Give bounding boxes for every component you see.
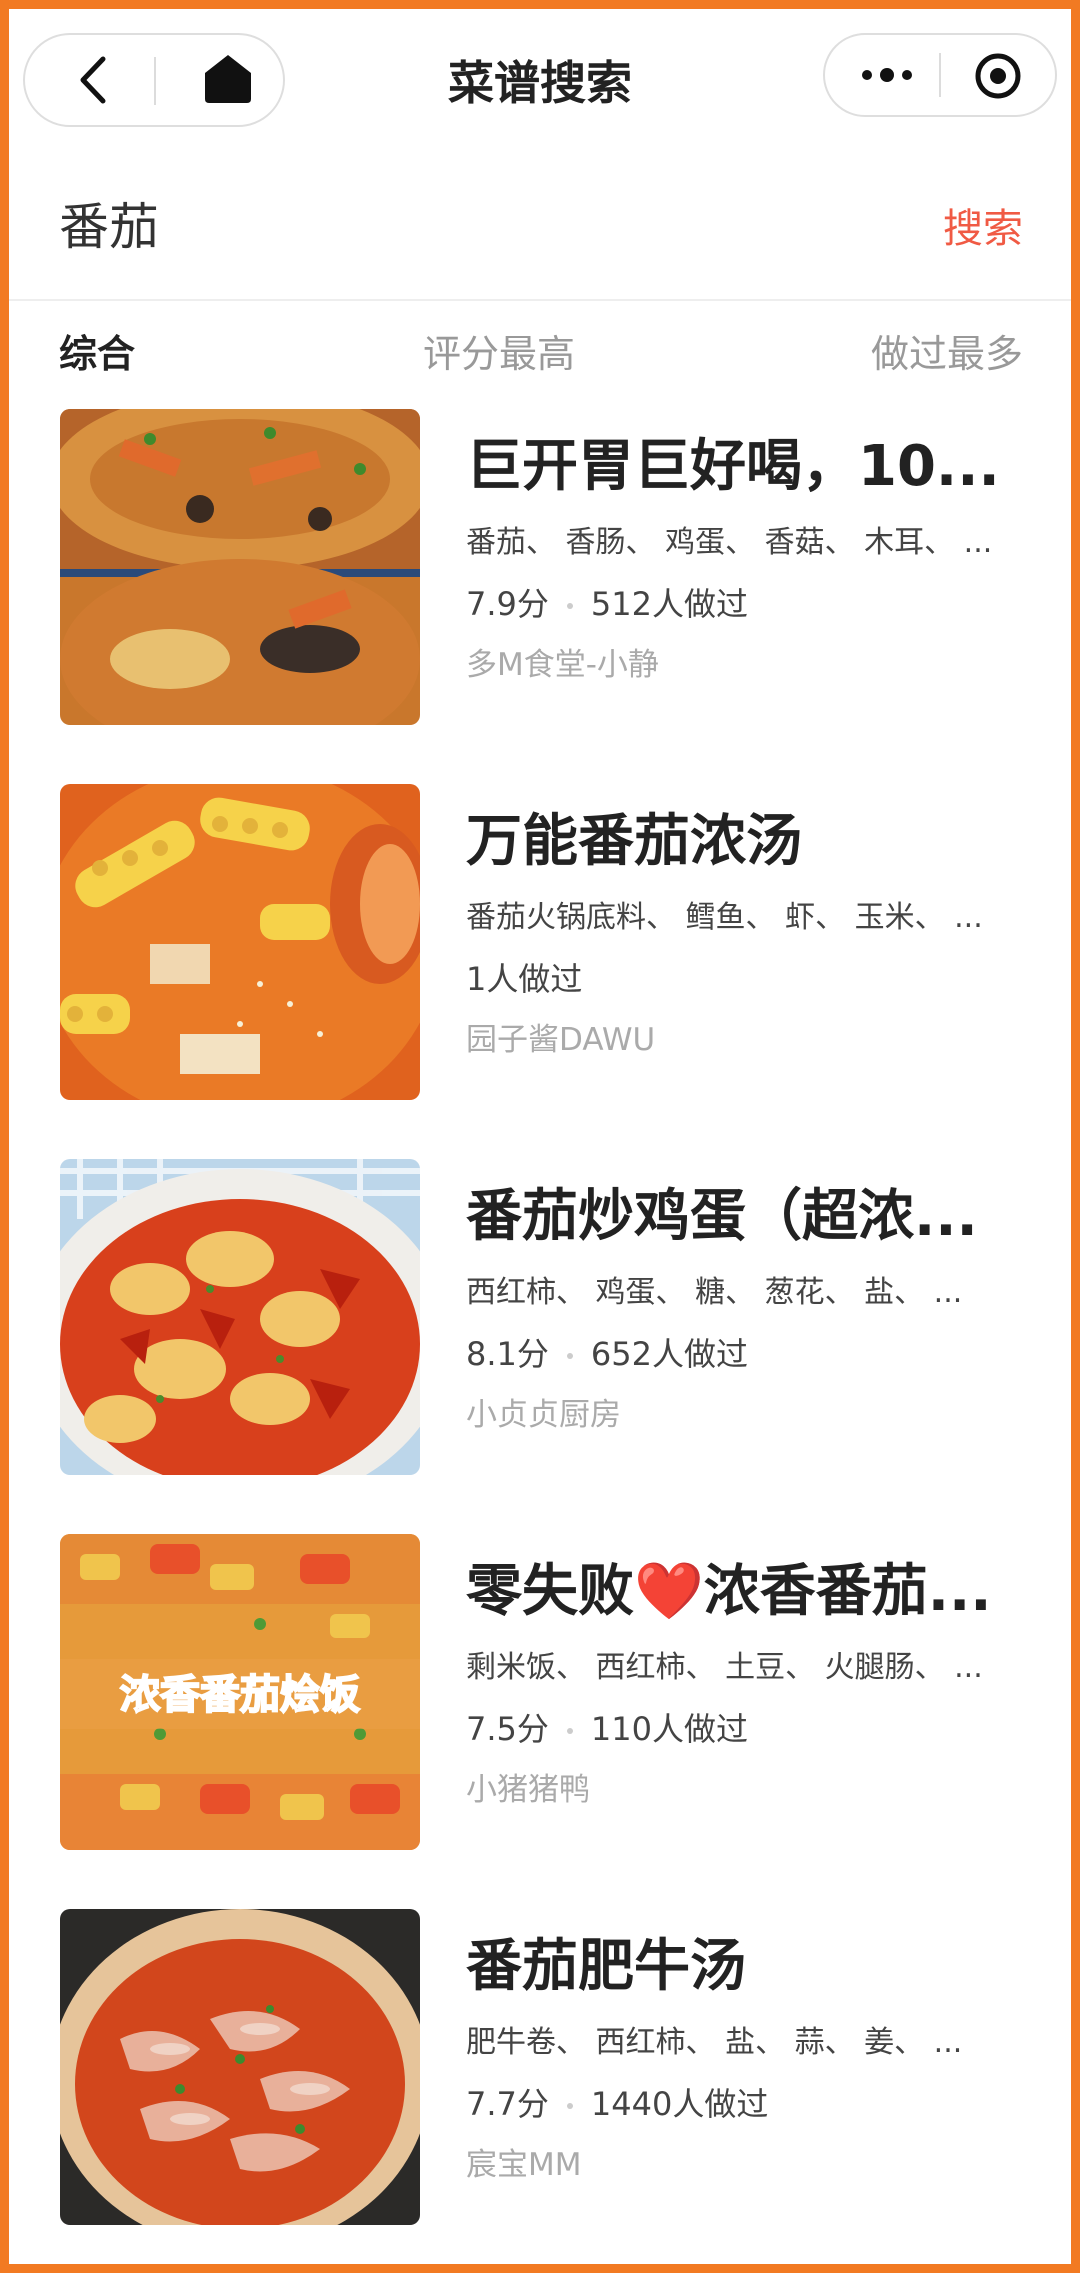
recipe-title: 万能番茄浓汤 <box>466 809 802 874</box>
close-miniprogram-icon[interactable] <box>973 51 1023 101</box>
recipe-rating: 7.9分 <box>466 585 549 623</box>
recipe-cooked-count: 512人做过 <box>590 585 748 623</box>
separator-dot <box>566 1353 573 1359</box>
recipe-card[interactable]: 番茄肥牛汤 肥牛卷、 西红柿、 盐、 蒜、 姜、 ... 7.7分 1440人做过… <box>60 1909 1060 2225</box>
image-caption: 浓香番茄烩饭 <box>120 1672 360 1718</box>
capsule-divider <box>939 53 941 97</box>
recipe-stats: 7.9分 512人做过 <box>466 581 1046 627</box>
recipe-thumbnail[interactable] <box>60 1159 420 1475</box>
top-nav-bar: 菜谱搜索 <box>9 9 1071 155</box>
recipe-cooked-count: 110人做过 <box>590 1710 748 1748</box>
recipe-ingredients: 剩米饭、 西红柿、 土豆、 火腿肠、 ... <box>466 1650 983 1685</box>
recipe-thumbnail[interactable] <box>60 784 420 1100</box>
recipe-author[interactable]: 宸宝MM <box>466 2143 1046 2187</box>
recipe-rating: 7.7分 <box>466 2085 549 2123</box>
recipe-card[interactable]: 番茄炒鸡蛋（超浓... 西红柿、 鸡蛋、 糖、 葱花、 盐、 ... 8.1分 6… <box>60 1159 1060 1475</box>
search-input[interactable]: 番茄 <box>59 195 159 259</box>
recipe-cooked-count: 652人做过 <box>590 1335 748 1373</box>
recipe-ingredients: 番茄、 香肠、 鸡蛋、 香菇、 木耳、 ... <box>466 525 993 560</box>
recipe-author[interactable]: 园子酱DAWU <box>466 1018 1046 1062</box>
sort-tabs: 综合 评分最高 做过最多 <box>9 301 1071 409</box>
recipe-title: 番茄肥牛汤 <box>466 1934 746 1999</box>
tab-top-rated[interactable]: 评分最高 <box>423 327 575 381</box>
recipe-author[interactable]: 多M食堂-小静 <box>466 643 1046 687</box>
recipe-title: 零失败❤️浓香番茄... <box>466 1559 992 1624</box>
recipe-thumbnail[interactable] <box>60 409 420 725</box>
separator-dot <box>566 1728 573 1734</box>
recipe-thumbnail[interactable]: 浓香番茄烩饭 <box>60 1534 420 1850</box>
recipe-stats: 7.7分 1440人做过 <box>466 2081 1046 2127</box>
nav-capsule-right <box>823 33 1057 117</box>
recipe-author[interactable]: 小贞贞厨房 <box>466 1393 1046 1437</box>
recipe-stats: 7.5分 110人做过 <box>466 1706 1046 1752</box>
recipe-card[interactable]: 万能番茄浓汤 番茄火锅底料、 鳕鱼、 虾、 玉米、 ... 1人做过 园子酱DA… <box>60 784 1060 1100</box>
recipe-rating: 7.5分 <box>466 1710 549 1748</box>
tab-comprehensive[interactable]: 综合 <box>59 327 135 381</box>
recipe-title: 番茄炒鸡蛋（超浓... <box>466 1184 978 1249</box>
separator-dot <box>566 603 573 609</box>
recipe-card[interactable]: 巨开胃巨好喝，10... 番茄、 香肠、 鸡蛋、 香菇、 木耳、 ... 7.9… <box>60 409 1060 725</box>
recipe-ingredients: 肥牛卷、 西红柿、 盐、 蒜、 姜、 ... <box>466 2025 963 2060</box>
recipe-stats: 1人做过 <box>466 956 1046 1002</box>
recipe-thumbnail[interactable] <box>60 1909 420 2225</box>
recipe-title: 巨开胃巨好喝，10... <box>466 434 1000 499</box>
recipe-ingredients: 西红柿、 鸡蛋、 糖、 葱花、 盐、 ... <box>466 1275 963 1310</box>
recipe-cooked-count: 1440人做过 <box>590 2085 769 2123</box>
more-options-icon[interactable] <box>859 57 915 93</box>
recipe-card[interactable]: 浓香番茄烩饭 零失败❤️浓香番茄... 剩米饭、 西红柿、 土豆、 火腿肠、 .… <box>60 1534 1060 1850</box>
separator-dot <box>566 2103 573 2109</box>
recipe-cooked-count: 1人做过 <box>466 960 583 998</box>
recipe-ingredients: 番茄火锅底料、 鳕鱼、 虾、 玉米、 ... <box>466 900 983 935</box>
search-button[interactable]: 搜索 <box>943 203 1023 255</box>
tab-most-cooked[interactable]: 做过最多 <box>871 327 1023 381</box>
search-bar: 番茄 搜索 <box>9 155 1071 301</box>
recipe-stats: 8.1分 652人做过 <box>466 1331 1046 1377</box>
recipe-rating: 8.1分 <box>466 1335 549 1373</box>
recipe-author[interactable]: 小猪猪鸭 <box>466 1768 1046 1812</box>
